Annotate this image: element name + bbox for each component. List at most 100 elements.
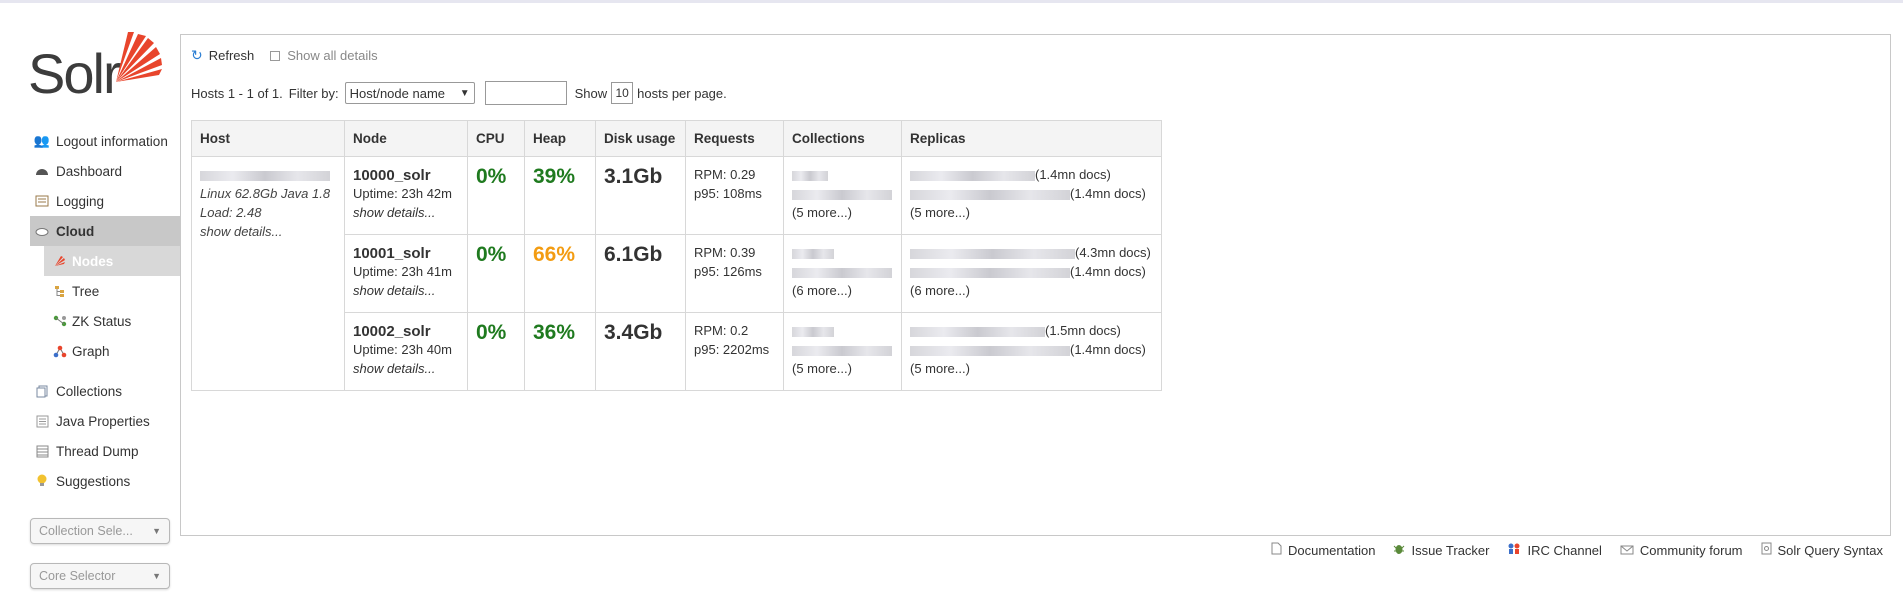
- redacted-collection: [792, 189, 892, 200]
- header-collections: Collections: [783, 120, 902, 157]
- requests-cell: RPM: 0.29 p95: 108ms: [685, 156, 784, 235]
- core-selector-label: Core Selector: [39, 569, 116, 583]
- footer-irc-channel-link[interactable]: IRC Channel: [1507, 542, 1602, 558]
- filter-by-label: Filter by:: [288, 85, 339, 101]
- collections-more-link[interactable]: (5 more...): [792, 359, 893, 378]
- replica-docs: (1.4mn docs): [1070, 342, 1146, 357]
- p95-value: p95: 126ms: [694, 264, 762, 279]
- heap-value: 39%: [533, 165, 576, 188]
- per-page-suffix: hosts per page.: [637, 85, 727, 101]
- collections-more-link[interactable]: (5 more...): [792, 203, 893, 222]
- node-cell: 10002_solr Uptime: 23h 40m show details.…: [344, 312, 468, 391]
- sidebar-item-label: Suggestions: [56, 473, 131, 489]
- chevron-down-icon: ▼: [152, 571, 161, 581]
- dashboard-icon: [34, 163, 50, 179]
- node-show-details-link[interactable]: show details...: [353, 359, 459, 378]
- cpu-cell: 0%: [467, 156, 525, 235]
- show-all-details-label: Show all details: [287, 48, 378, 63]
- replica-docs: (1.4mn docs): [1070, 186, 1146, 201]
- footer-link-label: Solr Query Syntax: [1777, 542, 1884, 558]
- node-show-details-link[interactable]: show details...: [353, 281, 459, 300]
- sidebar-item-nodes[interactable]: Nodes: [44, 246, 180, 276]
- filter-type-select[interactable]: Host/node name ▼: [344, 82, 475, 104]
- graph-icon: [52, 343, 68, 359]
- replicas-more-link[interactable]: (5 more...): [910, 359, 1153, 378]
- node-name[interactable]: 10001_solr: [353, 245, 459, 262]
- filter-input[interactable]: [484, 81, 567, 105]
- sidebar-item-tree[interactable]: Tree: [44, 276, 180, 306]
- header-host: Host: [191, 120, 345, 157]
- sidebar-item-cloud[interactable]: Cloud: [30, 216, 180, 246]
- filter-type-value: Host/node name: [349, 85, 446, 101]
- checkbox-box[interactable]: [270, 50, 281, 61]
- cloud-icon: [34, 223, 50, 239]
- sidebar-item-logging[interactable]: Logging: [30, 186, 180, 216]
- replicas-cell: (4.3mn docs) (1.4mn docs) (6 more...): [901, 234, 1162, 313]
- collection-selector[interactable]: Collection Sele... ▼: [30, 518, 170, 544]
- redacted-replica: [910, 267, 1070, 278]
- sidebar-item-graph[interactable]: Graph: [44, 336, 180, 366]
- sidebar-item-suggestions[interactable]: Suggestions: [30, 466, 180, 496]
- collections-icon: [34, 383, 50, 399]
- node-show-details-link[interactable]: show details...: [353, 203, 459, 222]
- hosts-per-page-input[interactable]: 10: [611, 82, 634, 104]
- sidebar: 👥 Logout information Dashboard Logging C…: [30, 126, 180, 496]
- heap-cell: 36%: [524, 312, 596, 391]
- hosts-summary: Hosts 1 - 1 of 1.: [191, 85, 283, 101]
- sidebar-item-label: Nodes: [72, 253, 114, 269]
- hosts-table: Host Node CPU Heap Disk usage Requests C…: [191, 120, 1162, 391]
- footer-issue-tracker-link[interactable]: Issue Tracker: [1393, 542, 1489, 558]
- sidebar-item-logout[interactable]: 👥 Logout information: [30, 126, 180, 156]
- disk-value: 3.4Gb: [604, 321, 663, 344]
- disk-cell: 6.1Gb: [595, 234, 686, 313]
- collections-more-link[interactable]: (6 more...): [792, 281, 893, 300]
- disk-value: 3.1Gb: [604, 165, 663, 188]
- footer-documentation-link[interactable]: Documentation: [1271, 542, 1375, 558]
- host-show-details-link[interactable]: show details...: [200, 222, 336, 241]
- table-header-row: Host Node CPU Heap Disk usage Requests C…: [191, 120, 1162, 157]
- bug-icon: [1393, 542, 1405, 558]
- solr-logo[interactable]: Solr: [28, 30, 163, 105]
- host-cell: Linux 62.8Gb Java 1.8 Load: 2.48 show de…: [191, 156, 345, 391]
- redacted-hostname: [200, 170, 330, 181]
- replica-docs: (1.5mn docs): [1045, 323, 1121, 338]
- chevron-down-icon: ▼: [459, 87, 470, 99]
- core-selector[interactable]: Core Selector ▼: [30, 563, 170, 589]
- replicas-more-link[interactable]: (5 more...): [910, 203, 1153, 222]
- redacted-collection: [792, 326, 834, 337]
- sidebar-item-label: Thread Dump: [56, 443, 139, 459]
- redacted-replica: [910, 326, 1045, 337]
- sidebar-item-java-properties[interactable]: Java Properties: [30, 406, 180, 436]
- show-all-details-checkbox[interactable]: Show all details: [270, 48, 378, 63]
- logo-text: Solr: [28, 42, 122, 105]
- refresh-button[interactable]: ↻ Refresh: [191, 47, 254, 64]
- replica-docs: (1.4mn docs): [1035, 167, 1111, 182]
- heap-cell: 39%: [524, 156, 596, 235]
- requests-cell: RPM: 0.39 p95: 126ms: [685, 234, 784, 313]
- footer-community-forum-link[interactable]: Community forum: [1620, 542, 1743, 558]
- heap-cell: 66%: [524, 234, 596, 313]
- sidebar-item-label: Graph: [72, 343, 110, 359]
- replicas-more-link[interactable]: (6 more...): [910, 281, 1153, 300]
- header-replicas: Replicas: [901, 120, 1162, 157]
- rpm-value: RPM: 0.29: [694, 167, 756, 182]
- footer-solr-query-syntax-link[interactable]: Solr Query Syntax: [1761, 542, 1884, 558]
- sidebar-item-thread-dump[interactable]: Thread Dump: [30, 436, 180, 466]
- heap-value: 36%: [533, 321, 576, 344]
- filter-row: Hosts 1 - 1 of 1. Filter by: Host/node n…: [191, 81, 727, 105]
- node-name[interactable]: 10002_solr: [353, 323, 459, 340]
- sidebar-item-dashboard[interactable]: Dashboard: [30, 156, 180, 186]
- redacted-replica: [910, 248, 1075, 259]
- disk-value: 6.1Gb: [604, 243, 663, 266]
- solr-sun-icon: [116, 32, 162, 82]
- collections-cell: (6 more...): [783, 234, 902, 313]
- disk-cell: 3.4Gb: [595, 312, 686, 391]
- rpm-value: RPM: 0.2: [694, 323, 749, 338]
- sidebar-item-zk-status[interactable]: ZK Status: [44, 306, 180, 336]
- sidebar-item-label: Tree: [72, 283, 100, 299]
- redacted-replica: [910, 170, 1035, 181]
- redacted-replica: [910, 189, 1070, 200]
- node-name[interactable]: 10000_solr: [353, 167, 459, 184]
- node-cell: 10001_solr Uptime: 23h 41m show details.…: [344, 234, 468, 313]
- sidebar-item-collections[interactable]: Collections: [30, 376, 180, 406]
